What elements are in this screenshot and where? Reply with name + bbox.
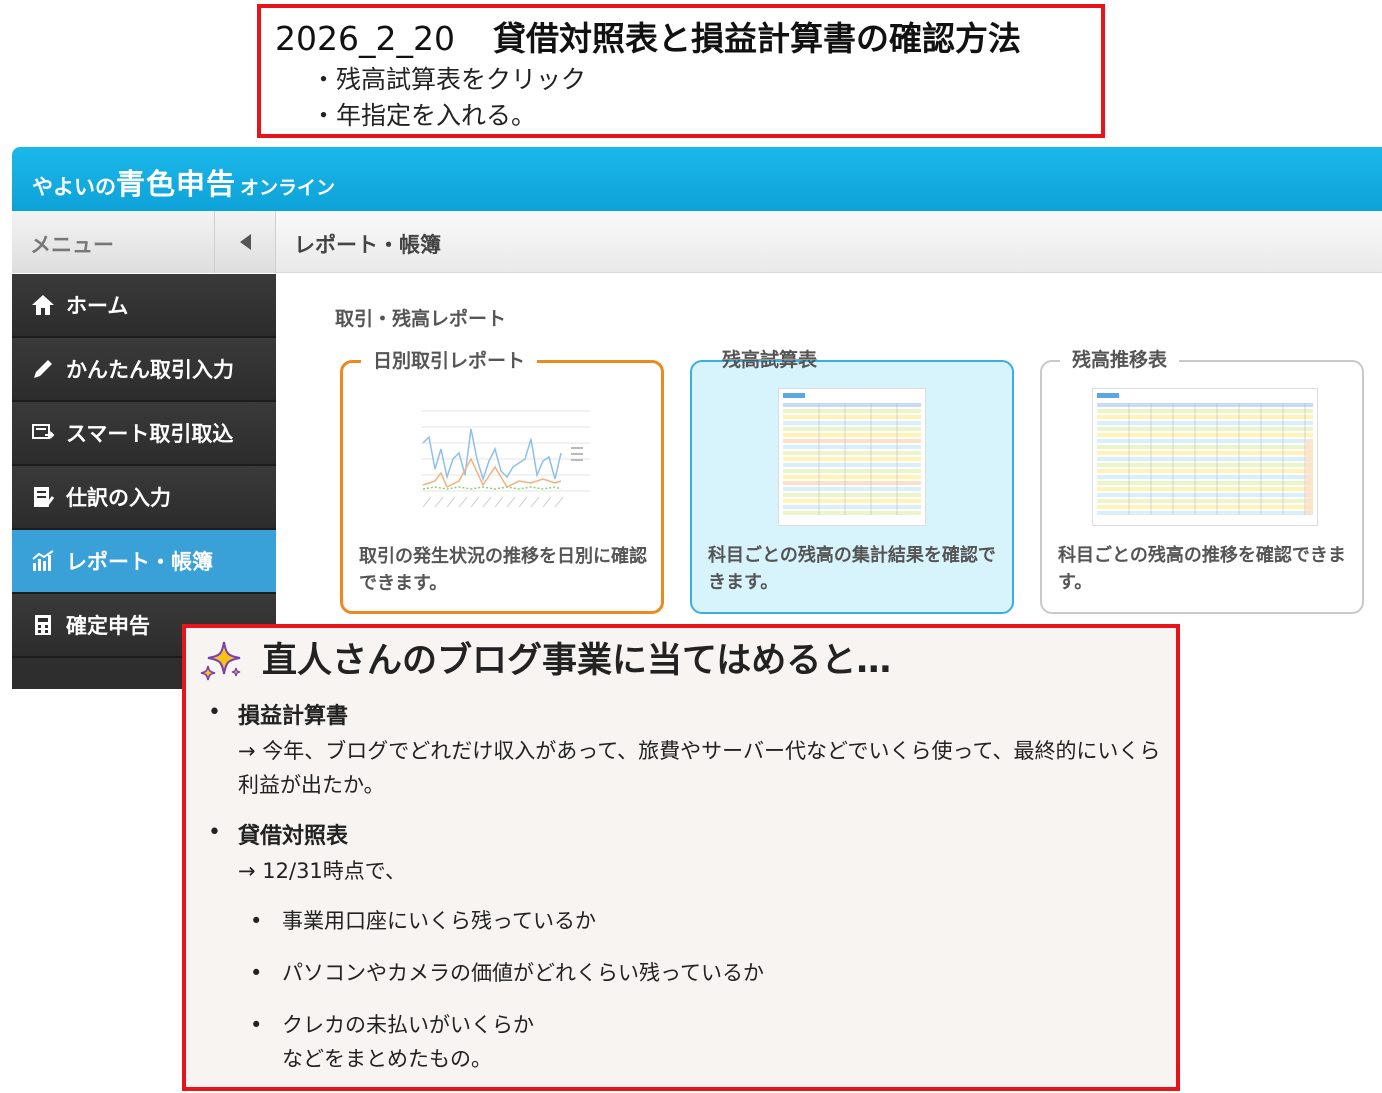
card-title: 残高推移表 bbox=[1060, 348, 1180, 372]
journal-icon bbox=[30, 484, 56, 510]
sub-list-item: • パソコンやカメラの価値がどれくらい残っているか bbox=[198, 956, 1176, 990]
nav-home[interactable]: ホーム bbox=[12, 274, 276, 338]
menu-collapse-button[interactable] bbox=[214, 211, 276, 273]
breadcrumb: レポート・帳簿 bbox=[294, 233, 441, 257]
card-trial-balance[interactable]: 残高試算表 科目ごとの残高の集計結果を確認できます。 bbox=[690, 349, 1014, 614]
menu-label: メニュー bbox=[30, 233, 114, 257]
nav-journal-entry[interactable]: 仕訳の入力 bbox=[12, 466, 276, 530]
menu-header: メニュー bbox=[12, 211, 276, 273]
term-description: → 今年、ブログでどれだけ収入があって、旅費やサーバー代などでいくら使って、最終… bbox=[238, 739, 1161, 797]
nav-label: スマート取引取込 bbox=[66, 422, 234, 446]
card-daily-report[interactable]: 日別取引レポート 取引の発生状況の推移を日別に確認できます。 bbox=[340, 349, 664, 614]
title-text: 貸借対照表と損益計算書の確認方法 bbox=[492, 19, 1021, 58]
sub-item-text: パソコンやカメラの価値がどれくらい残っているか bbox=[282, 961, 764, 985]
sub-item-text: クレカの未払いがいくらか bbox=[282, 1013, 534, 1037]
sub-item-text: 事業用口座にいくら残っているか bbox=[282, 909, 596, 933]
brand-part2: 青色申告 bbox=[116, 167, 237, 201]
chart-icon bbox=[30, 548, 56, 574]
nav-easy-entry[interactable]: かんたん取引入力 bbox=[12, 338, 276, 402]
card-title: 日別取引レポート bbox=[361, 349, 538, 373]
brand-part1: やよいの bbox=[32, 175, 116, 199]
topbar: メニュー レポート・帳簿 bbox=[12, 211, 1382, 273]
section-title: 取引・残高レポート bbox=[335, 308, 507, 330]
list-item: • 貸借対照表 → 12/31時点で、 bbox=[198, 820, 1176, 888]
bullet: • bbox=[250, 909, 263, 933]
nav-label: 仕訳の入力 bbox=[66, 486, 171, 510]
home-icon bbox=[30, 292, 56, 318]
list-item: • 損益計算書 → 今年、ブログでどれだけ収入があって、旅費やサーバー代などでい… bbox=[198, 700, 1176, 802]
import-icon bbox=[30, 420, 56, 446]
sub-list-item: • クレカの未払いがいくらか などをまとめたもの。 bbox=[198, 1008, 1176, 1076]
bullet: • bbox=[208, 700, 221, 725]
table-thumbnail bbox=[1092, 388, 1318, 526]
brand-part3: オンライン bbox=[240, 177, 336, 199]
term-description: → 12/31時点で、 bbox=[238, 859, 406, 883]
card-description: 科目ごとの残高の集計結果を確認できます。 bbox=[708, 545, 996, 593]
bullet: • bbox=[250, 961, 263, 985]
nav-label: ホーム bbox=[66, 294, 129, 318]
card-description: 科目ごとの残高の推移を確認できます。 bbox=[1058, 545, 1346, 593]
step-1: ・残高試算表をクリック bbox=[311, 65, 587, 94]
calculator-icon bbox=[30, 612, 56, 638]
sub-list-item: • 事業用口座にいくら残っているか bbox=[198, 904, 1176, 938]
explanation-annotation: 直人さんのブログ事業に当てはめると… • 損益計算書 → 今年、ブログでどれだけ… bbox=[182, 624, 1180, 1091]
title-line: 2026_2_20 貸借対照表と損益計算書の確認方法 bbox=[275, 16, 1101, 62]
nav-reports[interactable]: レポート・帳簿 bbox=[12, 530, 276, 594]
note-heading-text: 直人さんのブログ事業に当てはめると… bbox=[262, 641, 892, 681]
app-header: やよいの青色申告 オンライン bbox=[12, 147, 1382, 211]
bullet: • bbox=[250, 1013, 263, 1037]
term: 損益計算書 bbox=[238, 704, 349, 729]
pencil-icon bbox=[30, 356, 56, 382]
term: 貸借対照表 bbox=[238, 824, 349, 849]
bullet: • bbox=[208, 820, 221, 845]
nav-smart-import[interactable]: スマート取引取込 bbox=[12, 402, 276, 466]
sparkles-icon bbox=[198, 638, 244, 684]
line-chart-thumbnail bbox=[421, 389, 591, 527]
card-title: 残高試算表 bbox=[722, 349, 818, 371]
nav-label: レポート・帳簿 bbox=[66, 550, 213, 574]
table-thumbnail bbox=[778, 388, 926, 526]
app-window: やよいの青色申告 オンライン メニュー レポート・帳簿 ホーム かんたん取引入力 … bbox=[12, 147, 1382, 689]
nav-label: かんたん取引入力 bbox=[66, 358, 234, 382]
brand-logo[interactable]: やよいの青色申告 オンライン bbox=[32, 161, 335, 203]
nav-label: 確定申告 bbox=[66, 614, 150, 638]
note-heading: 直人さんのブログ事業に当てはめると… bbox=[198, 636, 1176, 686]
closing-text: などをまとめたもの。 bbox=[282, 1047, 492, 1071]
title-annotation: 2026_2_20 貸借対照表と損益計算書の確認方法 ・残高試算表をクリック ・年… bbox=[257, 4, 1105, 138]
title-date: 2026_2_20 bbox=[275, 19, 455, 58]
caret-left-icon bbox=[240, 234, 251, 250]
card-balance-trend[interactable]: 残高推移表 科目ごとの残高の推移を確認できます。 bbox=[1040, 348, 1364, 614]
step-2: ・年指定を入れる。 bbox=[311, 101, 537, 130]
card-description: 取引の発生状況の推移を日別に確認できます。 bbox=[359, 546, 647, 594]
